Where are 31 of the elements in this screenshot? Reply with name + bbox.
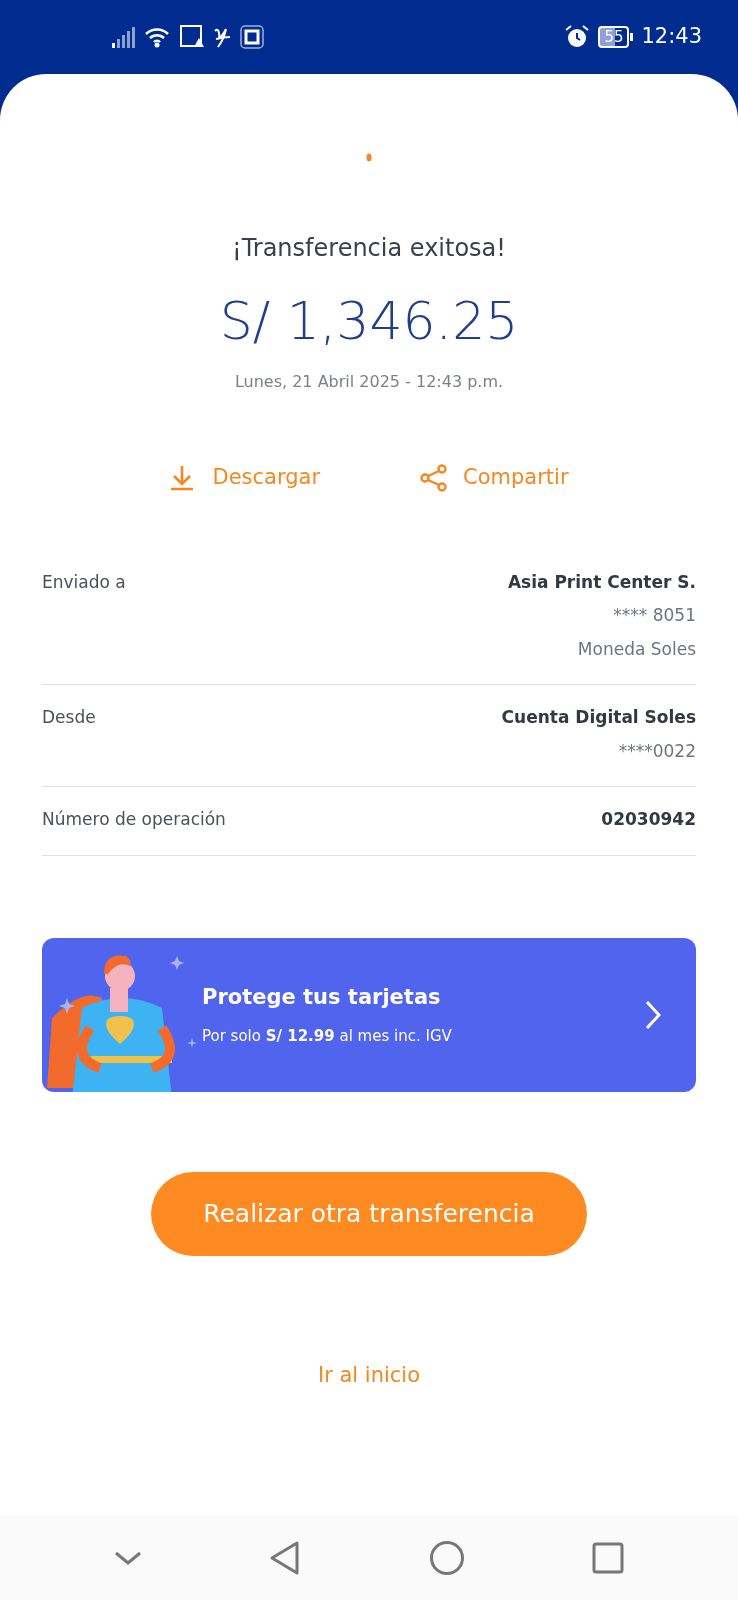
- back-icon[interactable]: [269, 1539, 302, 1576]
- download-button[interactable]: Descargar: [169, 462, 320, 494]
- promo-banner[interactable]: Protege tus tarjetas Por solo S/ 12.99 al mes inc. IGV: [42, 937, 696, 1092]
- detail-value: 02030942: [601, 808, 696, 831]
- image-warning-icon: [180, 25, 204, 49]
- detail-value: Asia Print Center S.: [507, 570, 696, 594]
- transfer-amount: S/ 1,346.25: [219, 291, 519, 351]
- detail-value: Cuenta Digital Soles: [501, 706, 696, 729]
- chevron-down-icon[interactable]: [113, 1549, 142, 1566]
- home-link[interactable]: Ir al inicio: [317, 1359, 421, 1391]
- banner-title: Protege tus tarjetas: [202, 983, 442, 1011]
- alarm-icon: [564, 24, 591, 50]
- share-button[interactable]: Compartir: [420, 462, 569, 494]
- transfer-again-button[interactable]: Realizar otra transferencia: [151, 1171, 587, 1256]
- clock-time: 12:43: [641, 23, 702, 51]
- detail-value: **** 8051: [613, 604, 696, 627]
- banner-text: Por solo S/ 12.99 al mes inc. IGV: [202, 1026, 453, 1047]
- detail-value: ****0022: [618, 739, 696, 763]
- share-icon: [420, 463, 447, 492]
- success-title: ¡Transferencia exitosa!: [232, 234, 506, 262]
- detail-label: Enviado a: [42, 570, 126, 594]
- chevron-right-icon: [644, 998, 662, 1031]
- detail-label: Número de operación: [42, 808, 226, 831]
- transfer-date: Lunes, 21 Abril 2025 - 12:43 p.m.: [234, 372, 504, 391]
- detail-label: Desde: [42, 706, 96, 729]
- recents-icon[interactable]: [592, 1541, 625, 1574]
- loading-dot-icon: [366, 153, 372, 162]
- square-app-icon: [240, 25, 264, 49]
- home-icon[interactable]: [428, 1539, 465, 1576]
- signal-icon: [112, 26, 136, 48]
- detail-value: Moneda Soles: [577, 637, 696, 661]
